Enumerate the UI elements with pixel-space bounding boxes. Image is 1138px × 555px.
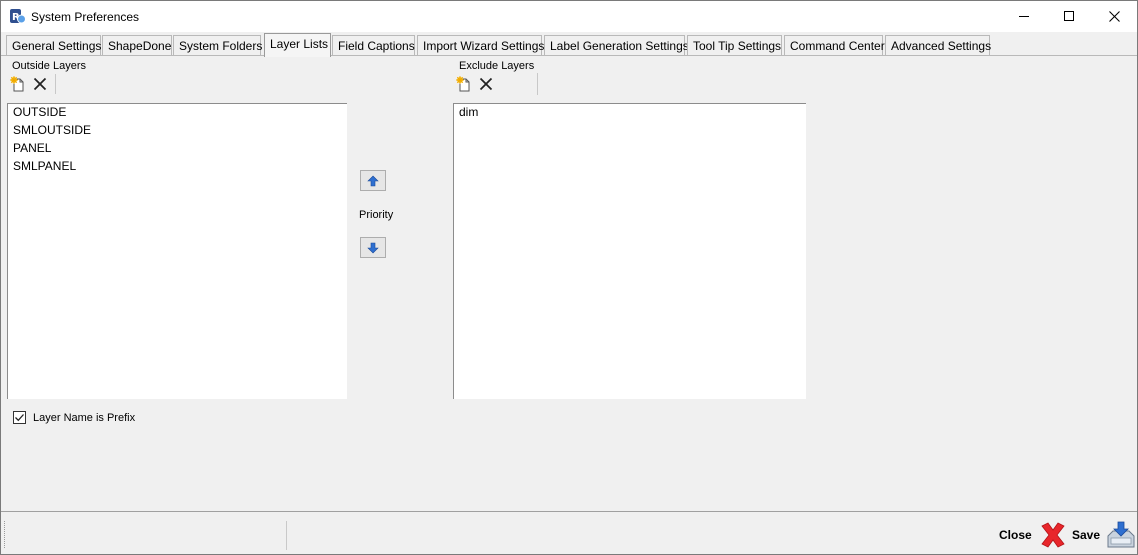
save-button[interactable]: Save (1072, 520, 1137, 550)
title-bar: R System Preferences (1, 1, 1137, 32)
grip-handle (4, 521, 6, 548)
outside-layers-list[interactable]: OUTSIDE SMLOUTSIDE PANEL SMLPANEL (7, 103, 347, 399)
priority-label: Priority (359, 209, 394, 221)
checkmark-icon (15, 414, 24, 422)
arrow-down-icon (367, 242, 379, 253)
list-item[interactable]: PANEL (8, 140, 347, 158)
exclude-layers-toolbar (453, 73, 538, 95)
layer-prefix-label: Layer Name is Prefix (33, 411, 136, 424)
tab-shapedone[interactable]: ShapeDone (102, 35, 172, 56)
maximize-button[interactable] (1046, 1, 1092, 32)
layer-lists-panel: Outside Layers OUTSIDE SMLOUTSIDE PANEL … (1, 56, 1137, 511)
add-exclude-layer-button[interactable] (453, 73, 475, 95)
tab-tool-tip-settings[interactable]: Tool Tip Settings (687, 35, 782, 56)
tab-strip: General Settings ShapeDone System Folder… (1, 32, 1137, 57)
save-icon (1107, 521, 1135, 548)
delete-x-icon (33, 77, 47, 91)
list-item[interactable]: SMLOUTSIDE (8, 122, 347, 140)
tab-command-center[interactable]: Command Center (784, 35, 885, 56)
app-logo-icon: R (9, 8, 26, 25)
toolbar-separator (55, 74, 56, 94)
list-item[interactable]: dim (454, 104, 806, 122)
minimize-button[interactable] (1001, 1, 1047, 32)
delete-x-icon (479, 77, 493, 91)
tab-general-settings[interactable]: General Settings (6, 35, 101, 56)
arrow-up-icon (367, 175, 379, 186)
close-button[interactable]: Close (999, 520, 1068, 550)
maximize-icon (1063, 11, 1074, 21)
exclude-layers-label: Exclude Layers (459, 60, 535, 72)
status-separator (286, 521, 287, 550)
save-label: Save (1072, 528, 1101, 542)
exclude-layers-list[interactable]: dim (453, 103, 806, 399)
system-preferences-window: R System Preferences General Settings Sh… (0, 0, 1138, 555)
tab-import-wizard-settings[interactable]: Import Wizard Settings (417, 35, 544, 56)
tab-advanced-settings[interactable]: Advanced Settings (885, 35, 991, 56)
close-x-icon (1041, 522, 1065, 548)
tab-layer-lists[interactable]: Layer Lists (264, 33, 331, 57)
close-label: Close (999, 528, 1032, 542)
priority-down-button[interactable] (360, 237, 386, 258)
layer-prefix-option[interactable]: Layer Name is Prefix (13, 411, 135, 424)
close-icon (1108, 11, 1120, 22)
tab-system-folders[interactable]: System Folders (173, 35, 262, 56)
list-item[interactable]: SMLPANEL (8, 158, 347, 176)
window-title: System Preferences (31, 10, 140, 24)
layer-prefix-checkbox[interactable] (13, 411, 26, 424)
new-item-icon (456, 76, 470, 92)
tab-field-captions[interactable]: Field Captions (332, 35, 415, 56)
outside-layers-label: Outside Layers (12, 60, 86, 72)
add-outside-layer-button[interactable] (7, 73, 29, 95)
minimize-icon (1018, 16, 1029, 17)
window-close-button[interactable] (1091, 1, 1137, 32)
tab-label-generation-settings[interactable]: Label Generation Settings (544, 35, 689, 56)
bottom-bar: Close Save (1, 511, 1137, 554)
new-item-icon (10, 76, 24, 92)
outside-layers-toolbar (7, 73, 56, 95)
priority-up-button[interactable] (360, 170, 386, 191)
list-item[interactable]: OUTSIDE (8, 104, 347, 122)
delete-outside-layer-button[interactable] (29, 73, 51, 95)
delete-exclude-layer-button[interactable] (475, 73, 497, 95)
